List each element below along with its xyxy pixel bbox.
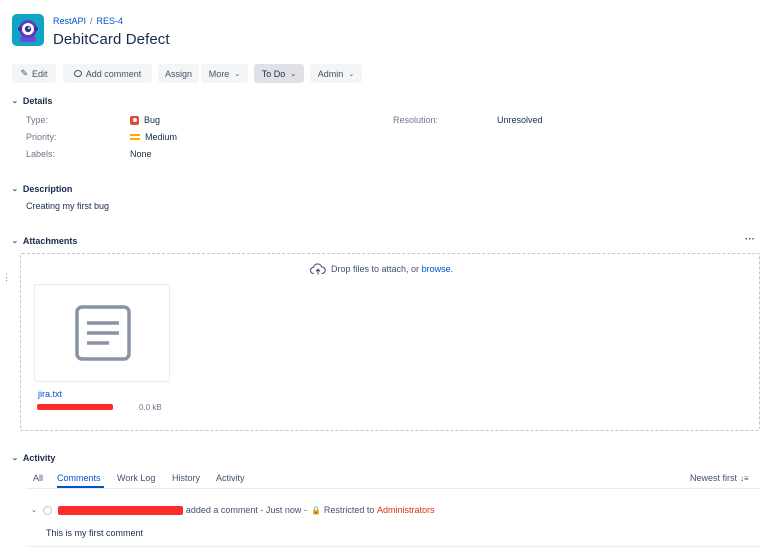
browse-link[interactable]: browse.: [422, 264, 454, 274]
comment-header: ⌄ added a comment - Just now - 🔒 Restric…: [31, 505, 434, 515]
drag-handle-icon[interactable]: ⋮: [2, 273, 11, 287]
attachments-toggle[interactable]: ⌄ Attachments: [11, 236, 78, 246]
user-avatar[interactable]: [42, 505, 52, 515]
chevron-down-icon: ⌄: [11, 186, 19, 193]
comment-divider: [26, 546, 760, 547]
bug-icon: [130, 115, 139, 125]
attachment-thumbnail[interactable]: [34, 284, 170, 382]
add-comment-button[interactable]: Add comment: [63, 64, 152, 83]
breadcrumb-issue-link[interactable]: RES-4: [97, 16, 124, 26]
priority-medium-icon: [130, 134, 140, 140]
chevron-down-icon: ⌄: [234, 70, 241, 78]
status-button[interactable]: To Do ⌄: [254, 64, 304, 83]
cloud-upload-icon: [310, 263, 326, 275]
admin-button-label: Admin: [317, 68, 344, 79]
labels-value[interactable]: None: [130, 149, 152, 159]
details-heading: Details: [22, 96, 53, 106]
comment-action-text: added a comment - Just now -: [185, 505, 307, 515]
resolution-value: Unresolved: [497, 115, 543, 125]
add-comment-button-label: Add comment: [85, 68, 142, 79]
edit-button-label: Edit: [32, 68, 48, 79]
attachments-heading: Attachments: [22, 236, 78, 246]
restricted-group-link[interactable]: Administrators: [377, 505, 435, 515]
breadcrumb: RestAPI / RES-4: [53, 16, 123, 26]
type-label: Type:: [26, 115, 49, 125]
tab-activity[interactable]: Activity: [216, 473, 245, 483]
breadcrumb-separator: /: [90, 16, 93, 26]
labels-label: Labels:: [26, 149, 56, 159]
type-value-text: Bug: [144, 115, 161, 125]
project-avatar[interactable]: [12, 14, 44, 46]
lock-icon: 🔒: [310, 505, 321, 515]
comment-body: This is my first comment: [46, 528, 144, 538]
priority-value: Medium: [130, 132, 177, 142]
assign-button[interactable]: Assign: [158, 64, 199, 83]
priority-label: Priority:: [26, 132, 57, 142]
description-text[interactable]: Creating my first bug: [26, 201, 109, 211]
chevron-down-icon: ⌄: [348, 70, 355, 78]
activity-toggle[interactable]: ⌄ Activity: [11, 453, 56, 463]
sort-order-label: Newest first: [690, 473, 738, 483]
edit-button[interactable]: ✎ Edit: [12, 64, 56, 83]
sort-descending-icon: ↓≡: [740, 473, 749, 483]
more-button-label: More: [208, 68, 230, 79]
attachment-filename-link[interactable]: jira.txt: [38, 389, 62, 399]
attachment-size: 0.0 kB: [139, 403, 162, 412]
tab-history[interactable]: History: [172, 473, 200, 483]
status-button-label: To Do: [261, 68, 286, 79]
activity-heading: Activity: [22, 453, 56, 463]
page-title: DebitCard Defect: [53, 31, 170, 48]
redacted-uploader: [37, 404, 113, 410]
chevron-down-icon: ⌄: [11, 98, 19, 105]
comment-icon: [73, 70, 82, 77]
chevron-down-icon: ⌄: [290, 70, 297, 78]
tab-all[interactable]: All: [33, 473, 43, 483]
description-heading: Description: [22, 184, 73, 194]
tab-work-log[interactable]: Work Log: [117, 473, 155, 483]
tab-comments[interactable]: Comments: [57, 473, 101, 483]
breadcrumb-project-link[interactable]: RestAPI: [53, 16, 86, 26]
admin-button[interactable]: Admin ⌄: [310, 64, 362, 83]
type-value: Bug: [130, 115, 160, 125]
chevron-down-icon: ⌄: [11, 238, 19, 245]
drop-files-text: Drop files to attach, or: [331, 264, 420, 274]
activity-tabs-divider: [26, 488, 760, 489]
pencil-icon: ✎: [20, 68, 29, 78]
more-button[interactable]: More ⌄: [201, 64, 248, 83]
description-toggle[interactable]: ⌄ Description: [11, 184, 73, 194]
priority-value-text: Medium: [145, 132, 178, 142]
sort-order-button[interactable]: Newest first ↓≡: [690, 473, 749, 483]
redacted-username: [57, 505, 183, 515]
details-toggle[interactable]: ⌄ Details: [11, 96, 53, 106]
resolution-label: Resolution:: [393, 115, 439, 125]
restricted-text: Restricted to: [323, 505, 375, 515]
chevron-down-icon[interactable]: ⌄: [31, 506, 37, 514]
drop-files-hint: Drop files to attach, or browse.: [310, 263, 453, 275]
text-file-icon: [75, 305, 131, 361]
chevron-down-icon: ⌄: [11, 455, 19, 462]
assign-button-label: Assign: [164, 68, 192, 79]
attachments-menu-icon[interactable]: ···: [745, 234, 755, 245]
